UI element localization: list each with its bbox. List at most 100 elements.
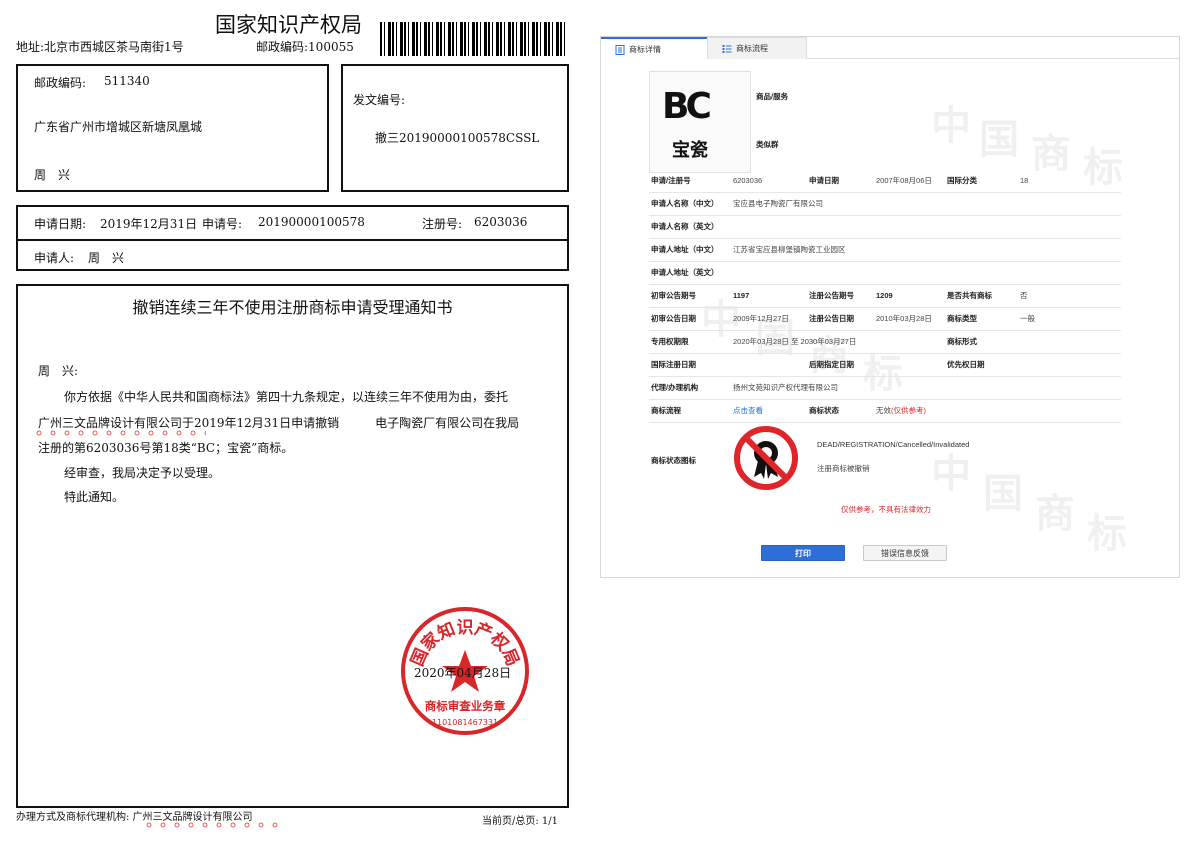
field-value: 宝应县电子陶瓷厂有限公司 — [733, 199, 823, 208]
field-value: 18 — [1020, 176, 1029, 185]
detail-row: 申请人名称（英文） — [649, 216, 1121, 239]
body-line-1: 你方依据《中华人民共和国商标法》第四十九条规定，以连续三年不使用为由，委托 — [64, 390, 509, 404]
notice-title: 撤销连续三年不使用注册商标申请受理通知书 — [132, 298, 453, 317]
revision-marks — [32, 430, 206, 436]
recipient-name: 周 兴 — [34, 168, 71, 182]
field-label: 申请人名称（英文） — [651, 222, 719, 231]
field-value: 否 — [1020, 291, 1028, 300]
status-en: DEAD/REGISTRATION/Cancelled/Invalidated — [817, 440, 970, 449]
trademark-detail-panel: 中 国 商 标 中 国 商 标 中 国 商 标 商标详情 商标流程 BC 宝瓷 … — [600, 36, 1180, 578]
recipient-postcode: 511340 — [104, 74, 150, 88]
field-value: 2020年03月28日 至 2030年03月27日 — [733, 337, 857, 346]
footer-revision-marks — [142, 822, 284, 828]
field-value: 6203036 — [733, 176, 763, 185]
field-label: 申请人地址（英文） — [651, 268, 719, 277]
watermark-char: 国 — [979, 117, 1019, 163]
field-label: 申请日期 — [809, 176, 839, 185]
dispatch-number: 撤三20190000100578CSSL — [375, 131, 540, 145]
office-address: 地址:北京市西城区茶马南街1号 — [16, 40, 184, 54]
disclaimer: 仅供参考，不具有法律效力 — [841, 505, 931, 514]
trademark-image: BC 宝瓷 — [649, 71, 751, 173]
recipient-box: 邮政编码: 511340 广东省广州市增城区新塘凤凰城 周 兴 — [16, 64, 329, 192]
status-note: (仅供参考) — [891, 406, 926, 415]
watermark-char: 国 — [983, 471, 1023, 517]
notice-body-box: 撤销连续三年不使用注册商标申请受理通知书 周 兴: 你方依据《中华人民共和国商标… — [16, 284, 569, 808]
tab-label: 商标流程 — [736, 44, 768, 53]
field-label: 商标流程 — [651, 406, 681, 415]
detail-row: 国际注册日期 后期指定日期 优先权日期 — [649, 354, 1121, 377]
field-label: 申请/注册号 — [651, 176, 691, 185]
body-line-4: 经审查，我局决定予以受理。 — [64, 466, 221, 480]
detail-row: 代理/办理机构 扬州文苑知识产权代理有限公司 — [649, 377, 1121, 400]
similar-group-label: 类似群 — [756, 140, 779, 149]
detail-row: 申请人地址（英文） — [649, 262, 1121, 285]
reg-no-label: 注册号: — [422, 217, 463, 231]
status-text: 无效 — [876, 406, 891, 415]
tab-label: 商标详情 — [629, 45, 661, 54]
field-label: 申请人名称（中文） — [651, 199, 719, 208]
detail-row: 初审公告期号 1197 注册公告期号 1209 是否共有商标 否 — [649, 285, 1121, 308]
status-cn: 注册商标被撤销 — [817, 464, 870, 473]
tab-trademark-process[interactable]: 商标流程 — [707, 37, 807, 59]
status-value: 无效(仅供参考) — [876, 400, 926, 422]
feedback-button[interactable]: 错误信息反馈 — [863, 545, 947, 561]
body-line-5: 特此通知。 — [64, 490, 125, 504]
field-label: 初审公告期号 — [651, 291, 696, 300]
reg-no: 6203036 — [474, 215, 528, 229]
field-label: 初审公告日期 — [651, 314, 696, 323]
field-label: 注册公告期号 — [809, 291, 854, 300]
field-value: 2009年12月27日 — [733, 314, 789, 323]
seal-bottom-text: 商标审查业务章 — [425, 699, 506, 713]
recipient-postcode-label: 邮政编码: — [34, 76, 87, 90]
field-value: 1209 — [876, 291, 893, 300]
detail-row: 初审公告日期 2009年12月27日 注册公告日期 2010年03月28日 商标… — [649, 308, 1121, 331]
list-icon — [722, 45, 732, 53]
footer-agent: 办理方式及商标代理机构: 广州三文品牌设计有限公司 — [16, 812, 253, 823]
detail-row: 商标流程 点击查看 商标状态 无效(仅供参考) — [649, 400, 1121, 423]
field-label: 代理/办理机构 — [651, 383, 699, 392]
seal-code: 1101081467331 — [432, 718, 498, 727]
notice-date: 2020年04月28日 — [414, 666, 512, 680]
apply-date: 2019年12月31日 — [100, 217, 198, 231]
field-label: 注册公告日期 — [809, 314, 854, 323]
detail-row: 申请/注册号 6203036 申请日期 2007年08月06日 国际分类 18 — [649, 170, 1121, 193]
body-line-3: 注册的第6203036号第18类“BC；宝瓷”商标。 — [38, 441, 294, 455]
field-label: 商标状态 — [809, 406, 839, 415]
applicant-name: 周 兴 — [88, 251, 125, 265]
field-value: 2007年08月06日 — [876, 176, 932, 185]
field-label: 国际注册日期 — [651, 360, 696, 369]
office-postcode: 邮政编码:100055 — [256, 40, 354, 54]
barcode — [380, 22, 568, 56]
recipient-address: 广东省广州市增城区新塘凤凰城 — [34, 120, 203, 134]
view-process-link[interactable]: 点击查看 — [733, 400, 763, 422]
field-label: 后期指定日期 — [809, 360, 854, 369]
detail-row: 申请人名称（中文） 宝应县电子陶瓷厂有限公司 — [649, 193, 1121, 216]
body-line-2: 广州三文品牌设计有限公司于2019年12月31日申请撤销 电子陶瓷厂有限公司在我… — [38, 416, 520, 430]
watermark-char: 中 — [931, 451, 971, 497]
field-value: 1197 — [733, 291, 750, 300]
field-value: 2010年03月28日 — [876, 314, 932, 323]
apply-date-label: 申请日期: — [34, 217, 87, 231]
field-label: 专用权期限 — [651, 337, 689, 346]
field-label: 国际分类 — [947, 176, 977, 185]
dispatch-box: 发文编号: 撤三20190000100578CSSL — [341, 64, 569, 192]
tab-trademark-details[interactable]: 商标详情 — [601, 37, 707, 59]
prohibited-seal-icon — [734, 426, 798, 490]
apply-no: 20190000100578 — [258, 215, 365, 229]
footer-page: 当前页/总页: 1/1 — [482, 816, 559, 827]
field-value: 一般 — [1020, 314, 1035, 323]
logo-mark: BC — [662, 86, 712, 127]
watermark-char: 商 — [1035, 491, 1075, 537]
watermark-char: 中 — [931, 103, 971, 149]
print-button[interactable]: 打印 — [761, 545, 845, 561]
office-name: 国家知识产权局 — [215, 13, 362, 37]
document-icon — [615, 45, 625, 55]
watermark-char: 标 — [1087, 511, 1127, 557]
application-box: 申请日期: 2019年12月31日 申请号: 20190000100578 注册… — [16, 205, 569, 271]
field-label: 申请人地址（中文） — [651, 245, 719, 254]
status-icon-label: 商标状态图标 — [651, 456, 696, 465]
applicant-label: 申请人: — [34, 251, 75, 265]
field-label: 优先权日期 — [947, 360, 985, 369]
field-label: 是否共有商标 — [947, 291, 992, 300]
field-value: 扬州文苑知识产权代理有限公司 — [733, 383, 838, 392]
